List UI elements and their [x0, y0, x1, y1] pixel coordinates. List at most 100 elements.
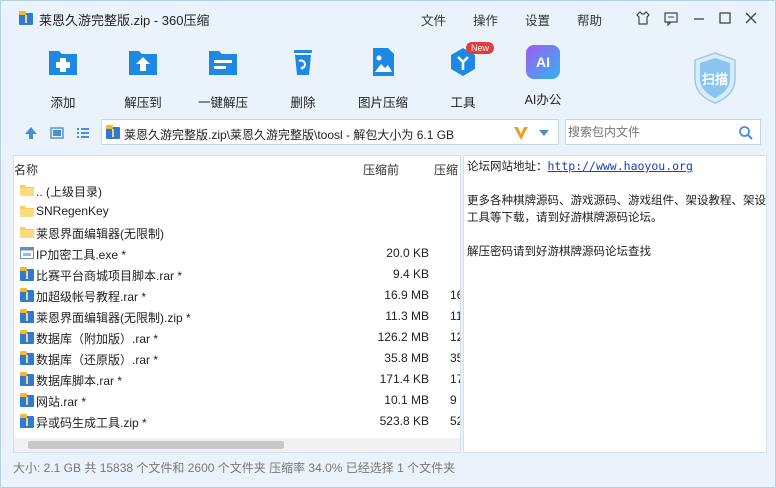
folder-icon	[20, 204, 34, 218]
minimize-icon[interactable]	[691, 10, 707, 26]
file-size: 20.0 KB	[386, 246, 429, 260]
tools-label: 工具	[450, 96, 476, 110]
skin-icon[interactable]	[635, 10, 651, 26]
up-arrow-icon[interactable]	[23, 125, 39, 141]
ai-office-button[interactable]: AI AI办公	[508, 45, 578, 108]
address-bar[interactable]: 莱恩久游完整版.zip\莱恩久游完整版\toosl - 解包大小为 6.1 GB	[101, 119, 559, 145]
archive-file-icon	[20, 393, 34, 407]
maximize-icon[interactable]	[717, 10, 733, 26]
file-row[interactable]: 异或码生成工具.zip * 523.8 KB 52	[14, 411, 460, 432]
one-click-extract-label: 一键解压	[197, 96, 248, 110]
archive-file-icon	[20, 330, 34, 344]
delete-button[interactable]: 删除	[268, 45, 338, 111]
ai-icon: AI	[526, 45, 560, 79]
column-compressed-before[interactable]: 压缩前	[363, 161, 399, 178]
one-click-extract-button[interactable]: 一键解压	[188, 45, 258, 111]
file-row[interactable]: 莱恩界面编辑器(无限制)	[14, 222, 460, 243]
file-name: 数据库脚本.rar *	[36, 374, 123, 388]
file-row[interactable]: 莱恩界面编辑器(无限制).zip * 11.3 MB 11	[14, 306, 460, 327]
file-row[interactable]: 网站.rar * 10.1 MB 9	[14, 390, 460, 411]
search-input[interactable]	[568, 123, 728, 141]
file-row[interactable]: 加超级帐号教程.rar * 16.9 MB 16	[14, 285, 460, 306]
file-row[interactable]: 比赛平台商城项目脚本.rar * 9.4 KB	[14, 264, 460, 285]
exe-file-icon	[20, 246, 34, 260]
trash-icon	[294, 50, 312, 75]
file-size: 11.3 MB	[385, 309, 429, 323]
file-compressed-size: 17	[450, 372, 460, 386]
file-row[interactable]: IP加密工具.exe * 20.0 KB	[14, 243, 460, 264]
file-size: 16.9 MB	[384, 288, 429, 302]
search-icon[interactable]	[738, 125, 754, 141]
scan-button[interactable]: 扫描	[691, 51, 739, 105]
file-row[interactable]: 数据库脚本.rar * 171.4 KB 17	[14, 369, 460, 390]
file-name: 比赛平台商城项目脚本.rar *	[36, 269, 183, 283]
file-name: 数据库（还原版）.rar *	[36, 353, 159, 367]
close-icon[interactable]	[743, 10, 759, 26]
file-row[interactable]: SNRegenKey	[14, 201, 460, 222]
comment-password: 解压密码请到好游棋牌源码论坛查找	[467, 244, 651, 258]
add-button[interactable]: 添加	[28, 45, 98, 111]
file-row[interactable]: 数据库（附加版）.rar * 126.2 MB 124	[14, 327, 460, 348]
archive-file-icon	[20, 267, 34, 281]
image-compress-icon	[373, 48, 394, 76]
address-path: 莱恩久游完整版.zip\莱恩久游完整版\toosl - 解包大小为 6.1 GB	[124, 128, 455, 142]
menu-operations[interactable]: 操作	[473, 10, 498, 29]
folder-icon	[20, 225, 34, 239]
archive-app-icon	[19, 11, 33, 25]
toolbar: 添加 解压到 一键解压 删除 图片压缩 工具 New AI AI办公 扫描	[1, 35, 775, 115]
one-click-extract-icon	[209, 51, 237, 75]
file-name: 加超级帐号教程.rar *	[36, 290, 147, 304]
tools-button[interactable]: 工具	[428, 45, 498, 111]
file-name: 莱恩界面编辑器(无限制)	[36, 227, 164, 241]
scrollbar-thumb[interactable]	[28, 441, 284, 449]
comment-downloads: 更多各种棋牌源码、游戏源码、游戏组件、架设教程、架设工具等下载，请到好游棋牌源码…	[467, 193, 766, 224]
thumbnail-view-icon[interactable]	[49, 125, 65, 141]
archive-file-icon	[20, 309, 34, 323]
forum-link[interactable]: http://www.haoyou.org	[548, 159, 693, 173]
forum-label: 论坛网站地址：	[467, 159, 548, 173]
file-compressed-size: 35	[450, 351, 460, 365]
archive-comment-panel: 论坛网站地址：http://www.haoyou.org 更多各种棋牌源码、游戏…	[463, 155, 767, 453]
file-name: 数据库（附加版）.rar *	[36, 332, 159, 346]
file-compressed-size: 124	[450, 330, 460, 344]
file-compressed-size: 9	[450, 393, 457, 407]
file-name: 莱恩界面编辑器(无限制).zip *	[36, 311, 191, 325]
file-size: 171.4 KB	[379, 372, 429, 386]
file-name: SNRegenKey	[36, 204, 109, 218]
status-bar: 大小: 2.1 GB 共 15838 个文件和 2600 个文件夹 压缩率 34…	[13, 461, 456, 475]
image-compress-label: 图片压缩	[357, 96, 408, 110]
file-name: .. (上级目录)	[36, 185, 102, 199]
archive-icon	[106, 125, 120, 139]
app-window: 莱恩久游完整版.zip - 360压缩 文件 操作 设置 帮助 添加 解压到 一…	[0, 0, 776, 488]
file-compressed-size: 52	[450, 414, 460, 428]
menu-settings[interactable]: 设置	[525, 10, 550, 29]
check-v-icon[interactable]	[512, 124, 530, 142]
add-icon	[49, 51, 77, 75]
add-label: 添加	[50, 96, 76, 110]
file-row[interactable]: 数据库（还原版）.rar * 35.8 MB 35	[14, 348, 460, 369]
feedback-icon[interactable]	[663, 10, 679, 26]
file-name: 网站.rar *	[36, 395, 87, 409]
extract-to-button[interactable]: 解压到	[108, 45, 178, 111]
scan-label: 扫描	[701, 72, 728, 87]
chevron-down-icon[interactable]	[538, 128, 550, 138]
new-badge: New	[466, 42, 495, 54]
file-row[interactable]: .. (上级目录)	[14, 180, 460, 201]
file-size: 9.4 KB	[392, 267, 429, 281]
column-name[interactable]: 名称	[14, 161, 38, 178]
search-box[interactable]	[565, 119, 761, 145]
column-compressed-after[interactable]: 压缩	[434, 161, 458, 178]
archive-file-icon	[20, 414, 34, 428]
horizontal-scrollbar[interactable]	[14, 438, 460, 452]
extract-to-icon	[129, 51, 157, 75]
menu-file[interactable]: 文件	[421, 10, 446, 29]
file-name: 异或码生成工具.zip *	[36, 416, 147, 430]
delete-label: 删除	[290, 96, 316, 110]
menu-help[interactable]: 帮助	[577, 10, 602, 29]
file-compressed-size: 16	[450, 288, 460, 302]
archive-file-icon	[20, 372, 34, 386]
list-view-icon[interactable]	[75, 125, 91, 141]
archive-file-icon	[20, 351, 34, 365]
file-size: 126.2 MB	[377, 330, 429, 344]
image-compress-button[interactable]: 图片压缩	[348, 45, 418, 111]
